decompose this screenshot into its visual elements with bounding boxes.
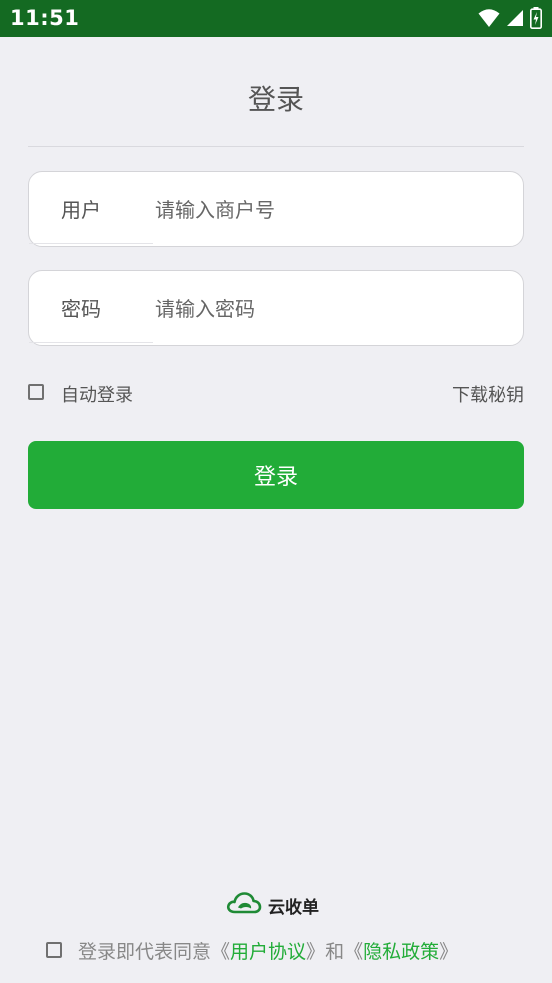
status-icons: [478, 7, 542, 29]
agreement-open-quote-1: 《: [211, 941, 231, 963]
agreement-checkbox[interactable]: [46, 942, 62, 958]
status-time: 11:51: [10, 6, 80, 30]
auto-login-checkbox[interactable]: [28, 384, 44, 400]
agreement-prefix: 登录即代表同意: [78, 941, 212, 963]
signal-icon: [506, 9, 524, 27]
agreement-text: 登录即代表同意《用户协议》和《隐私政策》: [78, 937, 458, 964]
login-button[interactable]: 登录: [28, 441, 524, 509]
battery-charging-icon: [530, 7, 542, 29]
brand: 云收单: [226, 892, 319, 918]
password-input[interactable]: [153, 285, 507, 333]
password-field-divider: [29, 342, 153, 343]
privacy-policy-link[interactable]: 隐私政策: [363, 941, 439, 963]
auto-login-label[interactable]: 自动登录: [61, 381, 133, 407]
cloud-logo-icon: [226, 891, 262, 919]
user-field: 用户: [28, 171, 524, 247]
title-divider: [28, 146, 524, 147]
agreement-conjunction: 和: [325, 941, 345, 963]
agreement-close-quote-1: 》: [306, 941, 326, 963]
user-input[interactable]: [153, 186, 507, 234]
user-field-divider: [29, 243, 153, 244]
brand-name: 云收单: [268, 897, 319, 918]
page-title: 登录: [247, 83, 304, 116]
download-key-link[interactable]: 下载秘钥: [452, 381, 524, 407]
password-field: 密码: [28, 270, 524, 346]
status-bar: 11:51: [0, 0, 552, 37]
password-field-label: 密码: [61, 297, 101, 321]
agreement-close-quote-2: 》: [439, 941, 459, 963]
wifi-icon: [478, 8, 500, 28]
agreement-open-quote-2: 《: [344, 941, 364, 963]
user-field-label: 用户: [61, 198, 101, 222]
user-agreement-link[interactable]: 用户协议: [230, 941, 306, 963]
